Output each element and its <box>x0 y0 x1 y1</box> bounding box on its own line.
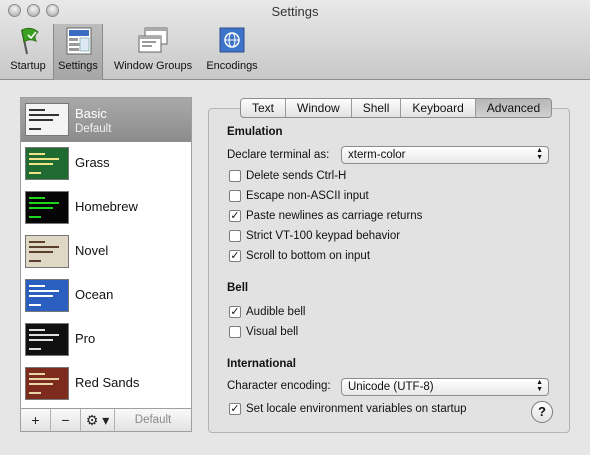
toolbar-settings[interactable]: Settings <box>53 24 103 80</box>
tab-window[interactable]: Window <box>286 99 352 117</box>
checkbox-label: Visual bell <box>246 326 299 338</box>
tab-text[interactable]: Text <box>241 99 287 117</box>
select-arrows-icon: ▲ ▼ <box>536 379 543 393</box>
window-title: Settings <box>271 4 319 19</box>
checkmark-icon: ✓ <box>229 250 241 262</box>
toolbar-encodings-label: Encodings <box>206 60 258 72</box>
settings-window: Settings Startup Settings Window Groups … <box>0 0 590 455</box>
declare-terminal-value: xterm-color <box>348 149 406 161</box>
remove-profile-button[interactable]: − <box>51 409 81 431</box>
profile-item-novel[interactable]: Novel <box>21 230 191 274</box>
checkbox-box <box>229 230 241 242</box>
declare-terminal-select[interactable]: xterm-color ▲ ▼ <box>341 146 549 164</box>
checkmark-icon: ✓ <box>229 403 241 415</box>
profile-thumbnail <box>25 191 69 224</box>
audible-bell-checkbox[interactable]: ✓ Audible bell <box>229 306 305 318</box>
settings-icon <box>61 26 95 56</box>
profile-name: Pro <box>75 331 96 346</box>
profile-name: Ocean <box>75 287 114 302</box>
profile-thumbnail <box>25 103 69 136</box>
checkmark-icon: ✓ <box>229 210 241 222</box>
toolbar-window-groups-label: Window Groups <box>113 60 193 72</box>
profile-item-red-sands[interactable]: Red Sands <box>21 362 191 406</box>
tab-shell[interactable]: Shell <box>352 99 402 117</box>
international-heading: International <box>227 358 297 370</box>
character-encoding-value: Unicode (UTF-8) <box>348 381 434 393</box>
profile-name: Grass <box>75 155 110 170</box>
profile-name: Novel <box>75 243 109 258</box>
delete-sends-ctrl-h-checkbox[interactable]: Delete sends Ctrl-H <box>229 170 346 182</box>
set-locale-checkbox[interactable]: ✓ Set locale environment variables on st… <box>229 403 467 415</box>
toolbar-startup[interactable]: Startup <box>6 24 50 80</box>
visual-bell-checkbox[interactable]: Visual bell <box>229 326 298 338</box>
profiles-footer: + − ⚙ ▾ Default <box>20 409 192 432</box>
profile-item-basic[interactable]: Basic Default <box>21 98 191 142</box>
settings-tabs: Text Window Shell Keyboard Advanced <box>240 98 553 118</box>
tab-keyboard[interactable]: Keyboard <box>401 99 476 117</box>
flag-icon <box>11 26 45 56</box>
select-arrows-icon: ▲ ▼ <box>536 147 543 161</box>
paste-newlines-checkbox[interactable]: ✓ Paste newlines as carriage returns <box>229 210 422 222</box>
profile-name: Red Sands <box>75 375 140 390</box>
profile-name: Basic <box>75 106 107 121</box>
character-encoding-label: Character encoding: <box>227 380 331 392</box>
tab-advanced[interactable]: Advanced <box>475 99 552 117</box>
checkbox-box <box>229 326 241 338</box>
declare-terminal-label: Declare terminal as: <box>227 149 330 161</box>
checkbox-label: Set locale environment variables on star… <box>246 403 467 415</box>
escape-non-ascii-checkbox[interactable]: Escape non-ASCII input <box>229 190 369 202</box>
profile-thumbnail <box>25 367 69 400</box>
window-groups-icon <box>136 26 170 56</box>
title-toolbar: Settings Startup Settings Window Groups … <box>0 0 590 80</box>
profiles-list[interactable]: Basic Default Grass Homebrew Novel Ocean… <box>20 97 192 409</box>
emulation-heading: Emulation <box>227 126 283 138</box>
add-profile-button[interactable]: + <box>21 409 51 431</box>
profile-default-label: Default <box>75 123 112 135</box>
bell-heading: Bell <box>227 282 249 294</box>
strict-vt100-checkbox[interactable]: Strict VT-100 keypad behavior <box>229 230 400 242</box>
toolbar-window-groups[interactable]: Window Groups <box>108 24 198 80</box>
checkbox-box <box>229 190 241 202</box>
profile-item-ocean[interactable]: Ocean <box>21 274 191 318</box>
profile-thumbnail <box>25 323 69 356</box>
profile-item-pro[interactable]: Pro <box>21 318 191 362</box>
scroll-to-bottom-checkbox[interactable]: ✓ Scroll to bottom on input <box>229 250 370 262</box>
encodings-globe-icon <box>215 26 249 56</box>
profile-thumbnail <box>25 235 69 268</box>
profile-thumbnail <box>25 279 69 312</box>
checkbox-box <box>229 170 241 182</box>
checkbox-label: Paste newlines as carriage returns <box>246 210 423 222</box>
toolbar-startup-label: Startup <box>10 60 46 72</box>
checkbox-label: Strict VT-100 keypad behavior <box>246 230 401 242</box>
toolbar-encodings[interactable]: Encodings <box>203 24 261 80</box>
help-button[interactable]: ? <box>531 401 553 423</box>
profile-item-homebrew[interactable]: Homebrew <box>21 186 191 230</box>
profile-name: Homebrew <box>75 199 138 214</box>
profile-thumbnail <box>25 147 69 180</box>
profile-item-grass[interactable]: Grass <box>21 142 191 186</box>
checkmark-icon: ✓ <box>229 306 241 318</box>
character-encoding-select[interactable]: Unicode (UTF-8) ▲ ▼ <box>341 378 549 396</box>
checkbox-label: Escape non-ASCII input <box>246 190 369 202</box>
default-button[interactable]: Default <box>115 409 191 431</box>
checkbox-label: Audible bell <box>246 306 306 318</box>
gear-icon[interactable]: ⚙ ▾ <box>81 409 115 431</box>
toolbar-settings-label: Settings <box>58 60 98 72</box>
checkbox-label: Delete sends Ctrl-H <box>246 170 347 182</box>
checkbox-label: Scroll to bottom on input <box>246 250 371 262</box>
